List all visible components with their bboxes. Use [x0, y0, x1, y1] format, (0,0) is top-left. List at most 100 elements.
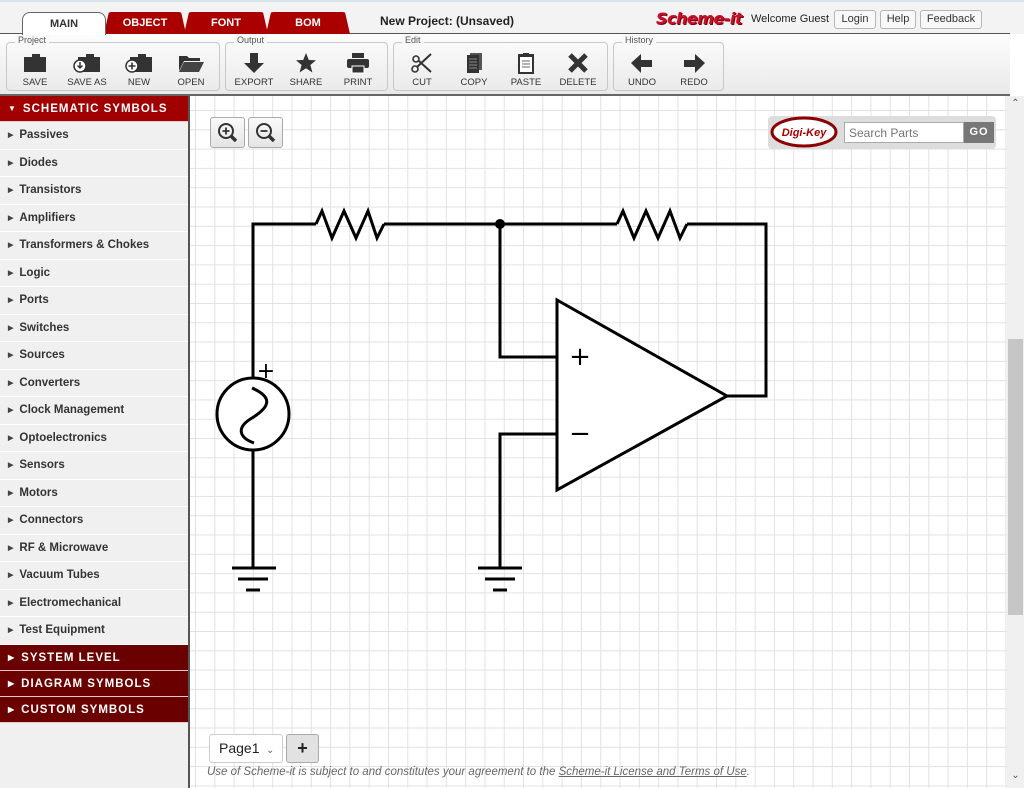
sidebar-item[interactable]: ▶ Transformers & Chokes	[0, 232, 188, 260]
section-label: SYSTEM LEVEL	[21, 651, 121, 664]
caret-right-icon: ▶	[8, 652, 16, 662]
tab-object[interactable]: OBJECT	[104, 12, 186, 34]
caret-down-icon: ▼	[8, 104, 17, 113]
sidebar-item-label: Connectors	[19, 514, 84, 526]
search-parts-input[interactable]	[844, 122, 964, 143]
section-schematic-symbols[interactable]: ▼ SCHEMATIC SYMBOLS	[0, 96, 188, 122]
sidebar-item-label: Ports	[19, 294, 49, 306]
sidebar-item-label: Passives	[19, 129, 69, 141]
caret-right-icon: ▶	[8, 297, 14, 304]
caret-right-icon: ▶	[8, 627, 14, 634]
section-label: DIAGRAM SYMBOLS	[21, 677, 152, 690]
search-go-button[interactable]: GO	[964, 122, 994, 143]
sidebar-item[interactable]: ▶ Logic	[0, 260, 188, 287]
sidebar-item[interactable]: ▶ Passives	[0, 122, 188, 150]
terms-link[interactable]: Scheme-it License and Terms of Use	[559, 766, 747, 778]
sidebar-item[interactable]: ▶ Vacuum Tubes	[0, 562, 188, 590]
arrow-right-icon	[684, 54, 705, 73]
delete-button[interactable]: DELETE	[552, 49, 604, 89]
share-button[interactable]: SHARE	[280, 49, 332, 89]
sidebar-section[interactable]: ▶ DIAGRAM SYMBOLS	[0, 670, 188, 697]
save-as-button[interactable]: SAVE AS	[61, 49, 113, 89]
sidebar-item[interactable]: ▶ Connectors	[0, 507, 188, 535]
resistor-r2	[615, 207, 689, 242]
star-icon	[296, 53, 316, 73]
sidebar-item[interactable]: ▶ Clock Management	[0, 397, 188, 425]
tab-bom[interactable]: BOM	[266, 12, 350, 34]
caret-right-icon: ▶	[8, 132, 14, 139]
copy-button[interactable]: COPY	[448, 49, 500, 89]
chevron-down-icon: ⌄	[266, 745, 275, 756]
folder-download-icon	[73, 54, 100, 73]
schematic-drawing: + − +	[215, 206, 768, 592]
caret-right-icon: ▶	[8, 704, 16, 714]
feedback-button[interactable]: Feedback	[920, 10, 982, 29]
print-button[interactable]: PRINT	[332, 49, 384, 89]
sidebar-section[interactable]: ▶ SYSTEM LEVEL	[0, 644, 188, 671]
caret-right-icon: ▶	[8, 242, 14, 249]
sidebar-item[interactable]: ▶ Optoelectronics	[0, 425, 188, 452]
share-label: SHARE	[289, 77, 323, 88]
svg-text:Digi-Key: Digi-Key	[782, 127, 828, 139]
sidebar-item[interactable]: ▶ Transistors	[0, 177, 188, 205]
ground-symbol	[478, 566, 522, 592]
redo-button[interactable]: REDO	[668, 49, 720, 89]
new-button[interactable]: NEW	[113, 49, 165, 89]
undo-button[interactable]: UNDO	[616, 49, 668, 89]
group-label: Project	[15, 35, 50, 45]
copy-icon	[467, 53, 482, 73]
print-label: PRINT	[343, 77, 373, 88]
sidebar-item-label: Optoelectronics	[19, 431, 107, 444]
scroll-up-icon[interactable]: ⌃	[1007, 98, 1024, 114]
terms-text: Use of Scheme-it is subject to and const…	[207, 766, 559, 778]
vertical-scrollbar[interactable]: ⌃ ⌄	[1007, 96, 1024, 788]
cut-button[interactable]: CUT	[396, 49, 448, 89]
sidebar-item-label: Transformers & Chokes	[19, 239, 150, 251]
sidebar-item[interactable]: ▶ Test Equipment	[0, 617, 188, 645]
sidebar-item[interactable]: ▶ RF & Microwave	[0, 535, 188, 562]
export-label: EXPORT	[234, 77, 274, 88]
login-button[interactable]: Login	[834, 10, 876, 29]
welcome-text: Welcome Guest	[751, 13, 830, 25]
export-button[interactable]: EXPORT	[228, 49, 280, 89]
sidebar-item[interactable]: ▶ Switches	[0, 315, 188, 342]
tab-main[interactable]: MAIN	[22, 12, 106, 35]
sidebar-item-label: Converters	[19, 376, 81, 389]
sidebar-item[interactable]: ▶ Ports	[0, 287, 188, 315]
toolbar-edge	[1010, 34, 1024, 96]
caret-right-icon: ▶	[8, 214, 14, 222]
scrollbar-thumb[interactable]	[1008, 339, 1023, 615]
zoom-in-button[interactable]	[210, 117, 245, 148]
sidebar-item[interactable]: ▶ Diodes	[0, 150, 188, 177]
part-search: Digi-Key GO	[768, 116, 996, 149]
save-button[interactable]: SAVE	[9, 49, 61, 89]
sidebar-section[interactable]: ▶ CUSTOM SYMBOLS	[0, 696, 188, 723]
open-button[interactable]: OPEN	[165, 49, 217, 89]
history-group: History UNDO REDO	[613, 35, 724, 91]
zoom-out-button[interactable]	[248, 117, 283, 148]
tab-font[interactable]: FONT	[184, 12, 268, 34]
sidebar-item-label: Vacuum Tubes	[19, 569, 100, 581]
paste-button[interactable]: PASTE	[500, 49, 552, 89]
terms-end: .	[746, 766, 750, 778]
scroll-down-icon[interactable]: ⌄	[1007, 770, 1024, 786]
add-page-button[interactable]: +	[286, 734, 319, 763]
zoom-in-icon	[218, 123, 238, 143]
page-select[interactable]: Page1 ⌄	[209, 734, 283, 763]
opamp-plus-sign: +	[569, 342, 591, 372]
caret-right-icon: ▶	[8, 159, 14, 167]
help-button[interactable]: Help	[880, 10, 916, 29]
sidebar-item[interactable]: ▶ Electromechanical	[0, 590, 188, 617]
sidebar-item[interactable]: ▶ Motors	[0, 480, 188, 507]
sidebar-item[interactable]: ▶ Converters	[0, 370, 188, 397]
clipboard-icon	[518, 53, 534, 74]
schematic-canvas[interactable]: + − + Digi-Key GO Page1 ⌄ + Use of Schem…	[190, 96, 1007, 788]
group-label: Edit	[402, 35, 424, 45]
sidebar-item-label: Electromechanical	[19, 596, 122, 609]
ground-symbol	[232, 566, 276, 592]
sidebar-item[interactable]: ▶ Sources	[0, 342, 188, 370]
sidebar-item-label: Sensors	[19, 459, 65, 471]
sidebar-item[interactable]: ▶ Sensors	[0, 452, 188, 480]
sidebar-item[interactable]: ▶ Amplifiers	[0, 205, 188, 232]
arrow-left-icon	[631, 54, 652, 73]
